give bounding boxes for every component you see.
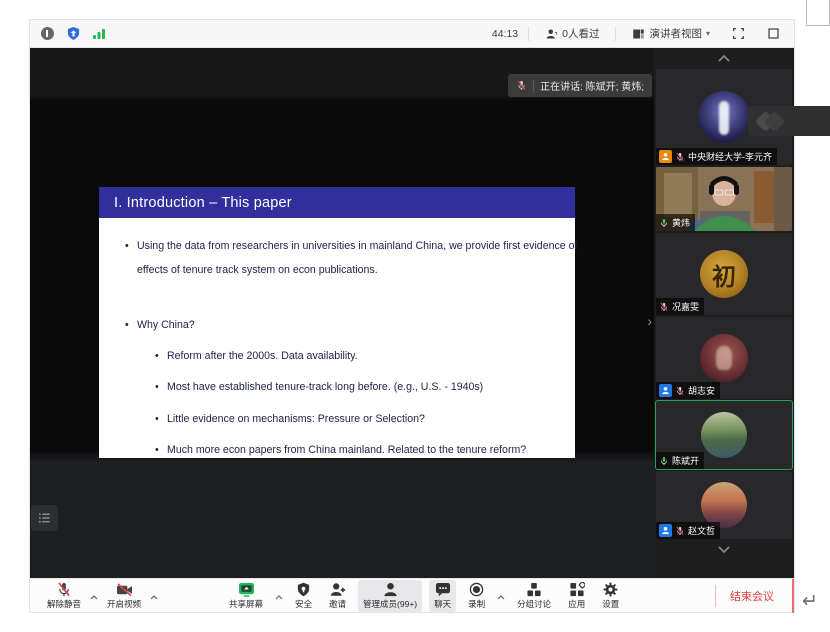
viewers-person-icon: [545, 28, 558, 40]
view-mode-dropdown[interactable]: 演讲者视图 ▾: [626, 23, 716, 44]
avatar: [698, 91, 750, 143]
mic-muted-icon: [675, 526, 685, 536]
start-video-button[interactable]: 开启视频: [102, 580, 146, 612]
mic-muted-icon: [56, 582, 72, 597]
mic-options-chevron[interactable]: [90, 593, 98, 600]
meeting-topbar: 44:13 0人看过 演讲者视图 ▾: [30, 20, 794, 48]
network-signal-icon[interactable]: [90, 25, 108, 43]
mic-muted-icon: [675, 386, 685, 396]
apps-icon: [569, 582, 585, 597]
participant-name: 胡志安: [688, 384, 715, 397]
participant-tile[interactable]: 赵文哲: [656, 471, 792, 539]
gear-icon: [603, 582, 618, 597]
role-badge: [659, 384, 672, 397]
share-screen-icon: [238, 582, 255, 597]
apps-button[interactable]: 应用: [563, 580, 590, 612]
scroll-up-button[interactable]: [694, 50, 754, 67]
settings-button[interactable]: 设置: [597, 580, 624, 612]
fullscreen-button[interactable]: [726, 24, 751, 43]
participant-tile[interactable]: 初 况嘉雯: [656, 233, 792, 315]
divider: [533, 80, 534, 92]
participant-tile[interactable]: 黄炜: [656, 167, 792, 231]
video-options-chevron[interactable]: [150, 593, 158, 600]
meeting-logo-watermark: [748, 106, 830, 136]
unmute-button[interactable]: 解除静音: [42, 580, 86, 612]
record-options-chevron[interactable]: [497, 593, 505, 600]
participant-name: 况嘉雯: [672, 300, 699, 313]
desktop-corner-window: [806, 0, 830, 26]
manage-members-button[interactable]: 管理成员(99+): [358, 580, 422, 612]
presentation-slide: I. Introduction – This paper Using the d…: [99, 187, 575, 458]
shared-screen-stage: 正在讲话: 陈斌开; 黄炜; I. Introduction – This pa…: [30, 48, 654, 578]
security-shield-icon[interactable]: [64, 25, 82, 43]
mic-muted-icon: [516, 80, 527, 91]
share-options-chevron[interactable]: [275, 593, 283, 600]
view-mode-label: 演讲者视图: [649, 26, 702, 41]
participant-tile-active-speaker[interactable]: 陈斌开: [656, 401, 792, 469]
scroll-down-button[interactable]: [694, 541, 754, 558]
chat-button[interactable]: 聊天: [429, 580, 456, 612]
page: ↵ 44:13 0人看过 演讲者视图: [0, 0, 830, 632]
viewers-count: 0人看过: [562, 26, 599, 41]
participant-name: 陈斌开: [672, 454, 699, 467]
window-mode-button[interactable]: [761, 24, 786, 43]
mic-active-icon: [659, 218, 669, 228]
meeting-window: 44:13 0人看过 演讲者视图 ▾: [30, 20, 794, 612]
list-icon: [38, 512, 51, 524]
layout-icon: [632, 28, 645, 40]
participant-tile[interactable]: 胡志安: [656, 317, 792, 399]
invite-button[interactable]: 邀请: [324, 580, 351, 612]
role-badge: [659, 524, 672, 537]
camera-off-icon: [116, 582, 133, 597]
divider: [528, 27, 529, 41]
participant-name: 赵文哲: [688, 524, 715, 537]
slide-bullet: Most have established tenure-track long …: [167, 379, 587, 395]
meeting-timer: 44:13: [492, 28, 518, 40]
hand-raised-badge: [659, 150, 672, 163]
viewers-button[interactable]: 0人看过: [539, 23, 605, 44]
slide-bullet: Much more econ papers from China mainlan…: [167, 442, 587, 458]
active-speaker-pill: 正在讲话: 陈斌开; 黄炜;: [508, 74, 652, 97]
breakout-rooms-button[interactable]: 分组讨论: [512, 580, 556, 612]
slide-bullet: Reform after the 2000s. Data availabilit…: [167, 348, 587, 364]
shield-lock-icon: [296, 582, 311, 597]
meeting-toolbar: 解除静音 开启视频 共享屏幕 安全: [30, 578, 794, 612]
chevron-down-icon: ▾: [706, 29, 710, 38]
members-icon: [383, 582, 398, 597]
share-screen-button[interactable]: 共享屏幕: [224, 580, 268, 612]
slide-bullet: Little evidence on mechanisms: Pressure …: [167, 411, 587, 427]
mic-muted-icon: [659, 302, 669, 312]
avatar: [700, 334, 748, 382]
record-button[interactable]: 录制: [463, 580, 490, 612]
share-border-edge: [792, 579, 794, 613]
breakout-icon: [526, 582, 542, 597]
slide-title: I. Introduction – This paper: [99, 187, 575, 218]
avatar-glyph: 初: [712, 257, 736, 292]
sidebar-collapse-handle[interactable]: ›: [647, 314, 652, 328]
mic-active-icon: [659, 456, 669, 466]
slide-body: Using the data from researchers in unive…: [99, 218, 575, 459]
active-speaker-label: 正在讲话: 陈斌开; 黄炜;: [540, 78, 644, 93]
chat-bubble-icon: [435, 582, 451, 597]
slide-bullet: Why China?: [137, 317, 583, 333]
avatar: [701, 412, 747, 458]
participant-name: 中央财经大学-李元齐: [688, 150, 772, 163]
annotation-list-button[interactable]: [31, 505, 58, 531]
divider: [615, 27, 616, 41]
meeting-info-icon[interactable]: [38, 25, 56, 43]
record-icon: [469, 582, 484, 597]
end-meeting-button[interactable]: 结束会议: [715, 585, 788, 607]
participants-sidebar: 中央财经大学-李元齐: [654, 48, 794, 578]
return-arrow-icon: ↵: [802, 590, 818, 613]
participant-name: 黄炜: [672, 216, 690, 229]
security-button[interactable]: 安全: [290, 580, 317, 612]
avatar: 初: [700, 250, 748, 298]
invite-person-icon: [330, 582, 346, 597]
slide-bullet: Using the data from researchers in unive…: [137, 235, 583, 283]
mic-muted-icon: [675, 152, 685, 162]
